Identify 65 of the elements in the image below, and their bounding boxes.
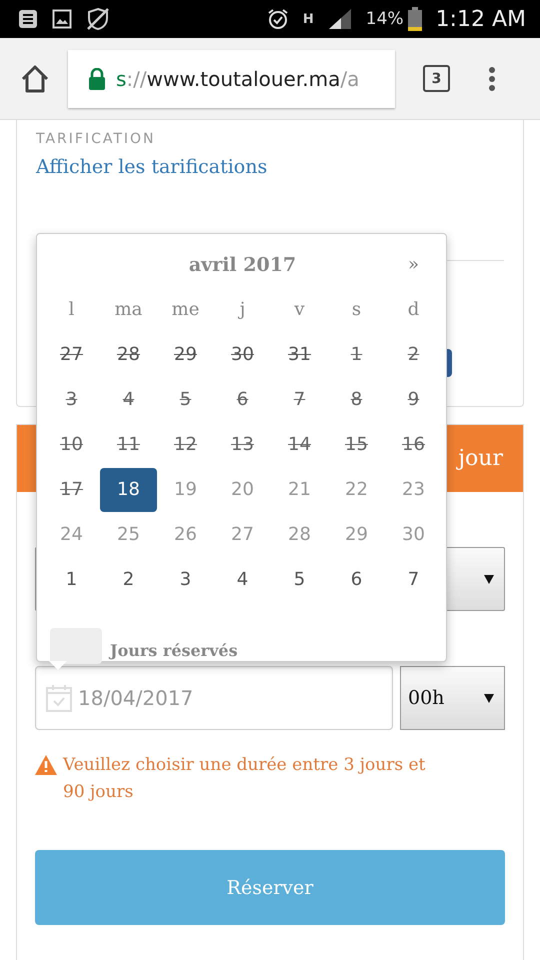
weekday-label: s [352,299,362,320]
image-icon [52,9,72,29]
day-cell[interactable]: 6 [214,378,271,422]
weekday-label: l [68,299,74,320]
weekday-label: j [240,299,246,320]
day-cell[interactable]: 5 [157,378,214,422]
day-cell[interactable]: 9 [385,378,442,422]
weekday-label: me [172,299,200,320]
day-cell[interactable]: 2 [385,332,442,376]
warning-message: Veuillez choisir une durée entre 3 jours et 90 jours [63,754,426,804]
day-cell[interactable]: 6 [328,558,385,602]
tab-count-button[interactable]: 3 [423,65,450,92]
day-cell[interactable]: 7 [271,378,328,422]
calendar-icon [46,684,72,712]
header-text: jour [458,446,503,471]
hour-select[interactable]: 00h [400,666,505,730]
warning-icon [35,755,57,775]
day-cell[interactable]: 4 [100,378,157,422]
legend-swatch [50,628,102,664]
day-cell[interactable]: 31 [271,332,328,376]
battery-percent: 14% [366,9,404,29]
month-title: avril 2017 [188,254,296,276]
weekday-label: v [294,299,305,320]
battery-icon [408,7,422,31]
address-bar[interactable]: s://www.toutalouer.ma/a [68,50,395,108]
day-cell[interactable]: 14 [271,422,328,466]
day-cell[interactable]: 1 [43,558,100,602]
home-icon[interactable] [20,64,50,92]
day-cell[interactable]: 28 [100,332,157,376]
weekday-label: d [408,299,420,320]
shield-off-icon [86,7,110,31]
day-cell[interactable]: 7 [385,558,442,602]
legend-label: Jours réservés [110,641,238,662]
lock-icon [88,68,106,90]
day-cell[interactable]: 15 [328,422,385,466]
signal-icon [328,8,352,30]
url-text: s://www.toutalouer.ma/a [116,66,360,90]
menu-icon[interactable] [488,66,496,92]
day-cell[interactable]: 12 [157,422,214,466]
day-cell[interactable]: 1 [328,332,385,376]
pricing-link[interactable]: Afficher les tarifications [36,156,268,178]
day-cell[interactable]: 8 [328,378,385,422]
notes-icon [18,9,38,29]
day-cell[interactable]: 18 [100,468,157,512]
day-cell[interactable]: 3 [43,378,100,422]
day-cell[interactable]: 17 [43,468,100,512]
network-type: H [302,12,314,26]
caret-icon [484,574,494,584]
next-month-button[interactable]: » [404,254,423,275]
day-cell[interactable]: 4 [214,558,271,602]
day-cell[interactable]: 5 [271,558,328,602]
section-label: TARIFICATION [36,131,157,147]
clock-time: 1:12 AM [436,6,526,32]
day-cell[interactable]: 2 [100,558,157,602]
day-cell[interactable]: 30 [214,332,271,376]
alarm-icon [266,8,289,30]
weekday-label: ma [114,299,142,320]
day-cell[interactable]: 11 [100,422,157,466]
day-cell[interactable]: 13 [214,422,271,466]
day-cell[interactable]: 29 [157,332,214,376]
day-cell[interactable]: 10 [43,422,100,466]
caret-icon [484,694,494,702]
day-cell[interactable]: 16 [385,422,442,466]
day-cell[interactable]: 3 [157,558,214,602]
day-cell[interactable]: 27 [43,332,100,376]
